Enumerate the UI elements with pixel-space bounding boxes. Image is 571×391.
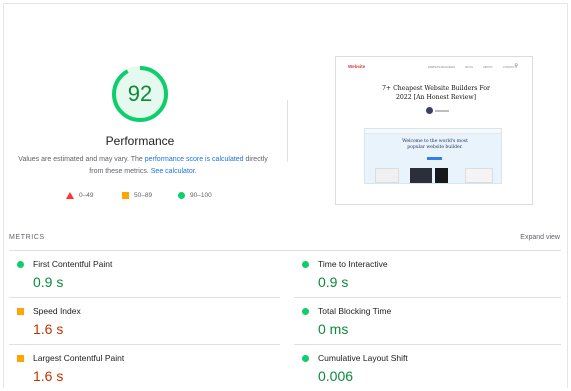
metric-name: Speed Index [33, 306, 81, 316]
average-square-icon [17, 355, 24, 362]
metric-fcp: First Contentful Paint 0.9 s [17, 259, 257, 305]
metric-name: Total Blocking Time [318, 306, 392, 316]
final-screenshot[interactable]: Website WEBSITE BUILDERS BLOG ABOUT CONTACT… [335, 56, 533, 205]
article-headline: 7+ Cheapest Website Builders For 2022 [A… [381, 85, 490, 101]
search-icon: ⚲ [514, 63, 518, 69]
metric-value: 0.9 s [318, 274, 349, 290]
metric-name: Largest Contentful Paint [33, 353, 125, 363]
score-calculation-link[interactable]: performance score is calculated [145, 156, 244, 163]
pass-circle-icon [302, 261, 309, 268]
metric-tbt: Total Blocking Time 0 ms [302, 306, 542, 352]
metric-lcp: Largest Contentful Paint 1.6 s [17, 353, 257, 391]
metric-speed-index: Speed Index 1.6 s [17, 306, 257, 352]
square-icon [122, 192, 129, 199]
metric-divider [9, 344, 280, 345]
legend-fail: 0–49 [66, 192, 93, 199]
metric-value: 0.006 [318, 368, 354, 384]
metric-value: 1.6 s [33, 368, 64, 384]
metrics-heading: METRICS [9, 234, 45, 241]
metric-value: 0.9 s [33, 274, 64, 290]
calculator-link[interactable]: See calculator. [151, 168, 197, 175]
hero-text: Welcome to the world's most popular webs… [402, 139, 468, 150]
metric-value: 1.6 s [33, 321, 64, 337]
pass-circle-icon [17, 261, 24, 268]
metric-divider [294, 297, 561, 298]
metric-name: First Contentful Paint [33, 259, 113, 269]
hero-image: Welcome to the world's most popular webs… [364, 128, 502, 184]
legend-pass: 90–100 [178, 192, 212, 199]
author-byline [416, 107, 456, 115]
pass-circle-icon [302, 355, 309, 362]
performance-title: Performance [105, 134, 175, 148]
metric-divider [294, 344, 561, 345]
performance-score: 92 [127, 81, 153, 106]
score-description: Values are estimated and may vary. The p… [18, 156, 268, 175]
avatar [426, 107, 433, 114]
pass-circle-icon [302, 308, 309, 315]
metric-cls: Cumulative Layout Shift 0.006 [302, 353, 542, 391]
metric-divider [9, 297, 280, 298]
metric-name: Cumulative Layout Shift [318, 353, 408, 363]
legend-average: 50–89 [122, 192, 152, 199]
site-nav: WEBSITE BUILDERS BLOG ABOUT CONTACT [427, 65, 516, 69]
section-divider [287, 100, 288, 162]
hero-button [427, 157, 442, 160]
site-logo: Website [348, 64, 366, 69]
circle-icon [178, 192, 185, 199]
expand-view-toggle[interactable]: Expand view [520, 234, 560, 241]
metric-value: 0 ms [318, 321, 349, 337]
metrics-divider [9, 250, 561, 251]
metric-tti: Time to Interactive 0.9 s [302, 259, 542, 305]
triangle-icon [66, 192, 74, 199]
metric-name: Time to Interactive [318, 259, 388, 269]
average-square-icon [17, 308, 24, 315]
